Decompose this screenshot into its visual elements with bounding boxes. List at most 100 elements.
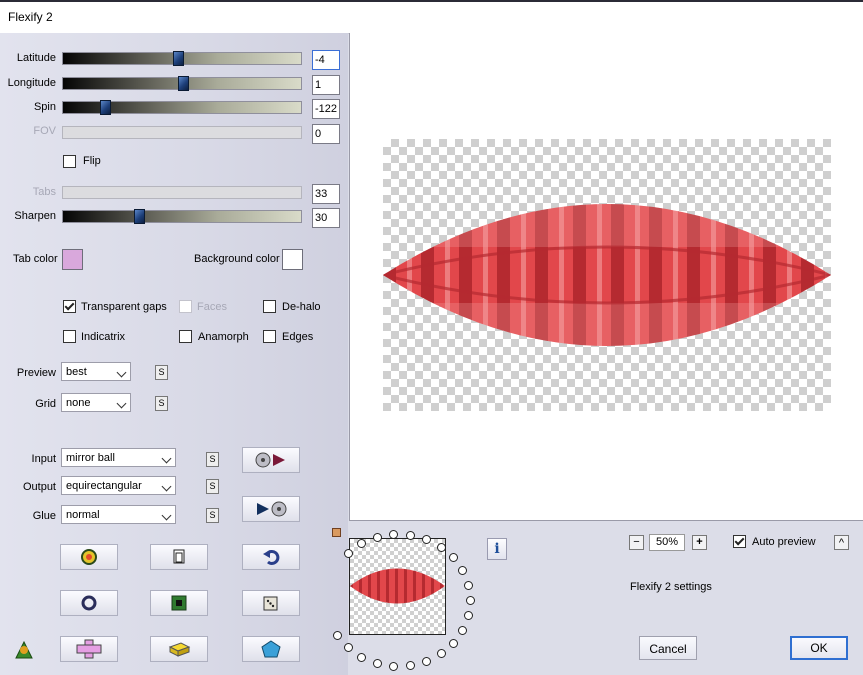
navigator-dial-dot[interactable] — [406, 531, 415, 540]
zoom-level-field[interactable]: 50% — [649, 534, 685, 551]
grid-label: Grid — [35, 398, 56, 410]
flip-checkbox[interactable] — [63, 155, 76, 168]
yellow-brick-icon — [168, 642, 191, 657]
brick-button[interactable] — [150, 636, 208, 662]
longitude-slider[interactable] — [62, 76, 302, 91]
plus-shape-button[interactable] — [60, 636, 118, 662]
navigator-dial-dot[interactable] — [458, 566, 467, 575]
gem-button[interactable] — [242, 636, 300, 662]
preview-pane[interactable] — [349, 33, 863, 521]
edges-label: Edges — [282, 331, 314, 343]
ring-button[interactable] — [60, 590, 118, 616]
input-select[interactable]: mirror ball — [61, 448, 176, 467]
longitude-input[interactable]: 1 — [312, 75, 340, 95]
dice-icon — [263, 596, 278, 611]
navigator-dial-dot[interactable] — [344, 549, 353, 558]
longitude-slider-thumb[interactable] — [178, 76, 189, 91]
ring-icon — [81, 595, 97, 611]
play-disc-icon — [257, 501, 287, 517]
latitude-slider[interactable] — [62, 51, 302, 66]
navigator-dial-dot[interactable] — [458, 626, 467, 635]
auto-preview-label: Auto preview — [752, 536, 816, 548]
output-s-button[interactable]: S — [206, 479, 219, 494]
undo-button[interactable] — [242, 544, 300, 570]
cancel-button[interactable]: Cancel — [639, 636, 697, 660]
square-button[interactable] — [150, 590, 208, 616]
longitude-label: Longitude — [7, 77, 56, 89]
chevron-down-icon — [161, 453, 172, 464]
faces-checkbox — [179, 300, 192, 313]
de-halo-checkbox[interactable] — [263, 300, 276, 313]
navigator-dial-dot[interactable] — [449, 639, 458, 648]
tabs-slider — [62, 186, 302, 199]
navigator-dial-dot[interactable] — [357, 653, 366, 662]
navigator-dial-dot[interactable] — [437, 649, 446, 658]
navigator-dial-dot[interactable] — [449, 553, 458, 562]
background-color-label: Background color — [194, 253, 280, 265]
input-s-button[interactable]: S — [206, 452, 219, 467]
navigator-dial-dot[interactable] — [464, 611, 473, 620]
disc-play-icon — [255, 452, 285, 468]
sharpen-slider-thumb[interactable] — [134, 209, 145, 224]
map-input-to-output-button[interactable] — [242, 447, 300, 473]
input-label: Input — [31, 453, 56, 465]
randomize-colors-button[interactable] — [60, 544, 118, 570]
navigator-dial-dot[interactable] — [406, 661, 415, 670]
navigator-dial-dot[interactable] — [373, 533, 382, 542]
latitude-input[interactable]: -4 — [312, 50, 340, 70]
preview-s-button[interactable]: S — [155, 365, 168, 380]
background-color-swatch[interactable] — [282, 249, 303, 270]
collapse-button[interactable]: ^ — [834, 535, 849, 550]
navigator-dial-dot[interactable] — [437, 543, 446, 552]
fov-label: FOV — [33, 125, 56, 137]
navigator-dial-dot[interactable] — [357, 539, 366, 548]
zoom-out-button[interactable]: − — [629, 535, 644, 550]
navigator-dial-dot[interactable] — [333, 631, 342, 640]
de-halo-label: De-halo — [282, 301, 321, 313]
navigator-dial-dot[interactable] — [422, 535, 431, 544]
navigator-dial-dot[interactable] — [464, 581, 473, 590]
ok-button[interactable]: OK — [790, 636, 848, 660]
output-label: Output — [22, 481, 56, 493]
output-select[interactable]: equirectangular — [61, 476, 176, 495]
latitude-slider-thumb[interactable] — [173, 51, 184, 66]
navigator-dial-dot[interactable] — [466, 596, 475, 605]
lens-preview-image — [383, 204, 831, 346]
spin-slider[interactable] — [62, 100, 302, 115]
navigator-dial-dot[interactable] — [389, 530, 398, 539]
anamorph-checkbox[interactable] — [179, 330, 192, 343]
grid-select[interactable]: none — [61, 393, 131, 412]
navigator-thumbnail[interactable] — [349, 538, 446, 635]
navigator-dial-dot[interactable] — [389, 662, 398, 671]
glue-s-button[interactable]: S — [206, 508, 219, 523]
color-wheel-icon — [81, 549, 97, 565]
tabs-label: Tabs — [32, 186, 56, 198]
sharpen-slider[interactable] — [62, 209, 302, 224]
navigator-dial-dot[interactable] — [344, 643, 353, 652]
transparent-gaps-checkbox[interactable] — [63, 300, 76, 313]
preview-select[interactable]: best — [61, 362, 131, 381]
random-button[interactable] — [242, 590, 300, 616]
top-edge — [0, 0, 863, 2]
glue-select[interactable]: normal — [61, 505, 176, 524]
navigator-dial-dot[interactable] — [422, 657, 431, 666]
auto-preview-checkbox[interactable] — [733, 535, 746, 548]
navigator-dial-dot[interactable] — [373, 659, 382, 668]
spin-input[interactable]: -122 — [312, 99, 340, 119]
copy-button[interactable] — [150, 544, 208, 570]
page-icon — [173, 549, 185, 564]
spin-slider-thumb[interactable] — [100, 100, 111, 115]
edges-checkbox[interactable] — [263, 330, 276, 343]
indicatrix-checkbox[interactable] — [63, 330, 76, 343]
navigator-handle-icon[interactable] — [332, 528, 341, 537]
flip-label: Flip — [83, 155, 101, 167]
grid-s-button[interactable]: S — [155, 396, 168, 411]
spin-label: Spin — [33, 101, 56, 113]
tab-color-swatch[interactable] — [62, 249, 83, 270]
glue-label: Glue — [32, 510, 56, 522]
map-output-to-input-button[interactable] — [242, 496, 300, 522]
settings-name-label: Flexify 2 settings — [630, 581, 712, 593]
info-button[interactable]: i — [487, 538, 507, 560]
sharpen-input[interactable]: 30 — [312, 208, 340, 228]
zoom-in-button[interactable]: + — [692, 535, 707, 550]
